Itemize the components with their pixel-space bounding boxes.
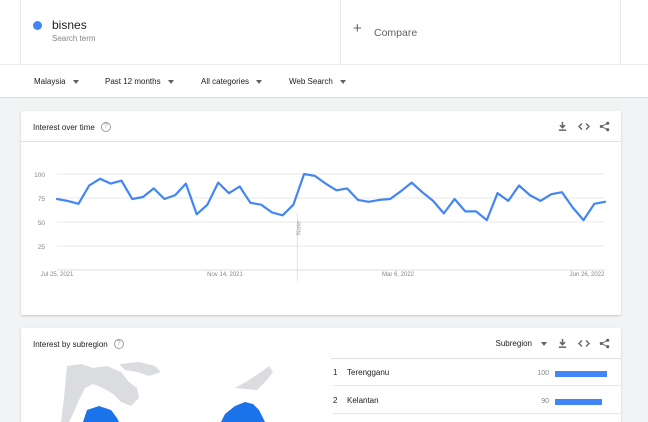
card-title: Interest by subregion bbox=[33, 339, 108, 349]
region-filter-label: Malaysia bbox=[34, 77, 66, 86]
card-title: Interest over time bbox=[33, 122, 95, 132]
y-tick-label: 50 bbox=[38, 220, 46, 227]
map-region-borneo bbox=[221, 402, 265, 422]
subregion-row[interactable]: 1 Terengganu 100 bbox=[333, 358, 621, 386]
chevron-down-icon bbox=[72, 79, 79, 84]
share-icon[interactable] bbox=[598, 337, 611, 350]
x-tick-label: Jun 26, 2022 bbox=[570, 272, 605, 278]
y-tick-label: 25 bbox=[38, 244, 46, 251]
time-range-filter[interactable]: Past 12 months bbox=[105, 77, 174, 86]
compare-button[interactable]: + Compare bbox=[341, 0, 621, 64]
trend-line-chart[interactable]: 25 50 75 100 Note Jul 25, 2021 Nov 14, 2021 M… bbox=[21, 151, 621, 281]
trend-series-line bbox=[55, 172, 607, 222]
y-tick-label: 100 bbox=[34, 172, 45, 179]
share-icon[interactable] bbox=[598, 120, 611, 133]
x-tick-label: Jul 25, 2021 bbox=[41, 272, 74, 278]
chevron-down-icon bbox=[167, 79, 174, 84]
download-icon[interactable] bbox=[556, 337, 569, 350]
embed-icon[interactable] bbox=[577, 337, 590, 350]
plus-icon: + bbox=[353, 20, 362, 37]
filter-bar: Malaysia Past 12 months All categories W… bbox=[0, 64, 648, 98]
search-term-bar: bisnes Search term + Compare bbox=[0, 0, 648, 64]
term-color-dot bbox=[33, 21, 42, 30]
map-landmass bbox=[235, 366, 273, 390]
interest-by-subregion-header: Interest by subregion ? bbox=[33, 339, 124, 349]
search-type-filter[interactable]: Web Search bbox=[289, 77, 346, 86]
subregion-value: 100 bbox=[537, 370, 549, 377]
subregion-value: 90 bbox=[541, 398, 549, 405]
category-filter-label: All categories bbox=[201, 77, 250, 86]
x-tick-label: Mar 6, 2022 bbox=[382, 272, 415, 278]
search-term-card[interactable]: bisnes Search term bbox=[20, 0, 341, 64]
note-label: Note bbox=[295, 221, 302, 235]
subregion-value-bar bbox=[555, 399, 602, 405]
help-icon[interactable]: ? bbox=[100, 122, 111, 132]
interest-by-subregion-card: Interest by subregion ? Subregion 1 Tere… bbox=[21, 328, 621, 422]
y-tick-label: 75 bbox=[38, 196, 46, 203]
time-range-filter-label: Past 12 months bbox=[105, 77, 161, 86]
subregion-row[interactable]: 2 Kelantan 90 bbox=[333, 386, 621, 414]
subregion-name: Terengganu bbox=[347, 368, 390, 377]
subregion-selector[interactable]: Subregion bbox=[496, 339, 547, 348]
card-divider bbox=[21, 141, 621, 142]
help-icon[interactable]: ? bbox=[113, 339, 124, 349]
map-region-peninsular bbox=[83, 406, 119, 422]
chevron-down-icon bbox=[256, 79, 263, 84]
chevron-down-icon bbox=[541, 341, 547, 346]
embed-icon[interactable] bbox=[577, 120, 590, 133]
term-subtitle: Search term bbox=[52, 34, 96, 43]
x-tick-label: Nov 14, 2021 bbox=[207, 272, 243, 278]
card-actions bbox=[556, 337, 611, 350]
card-actions bbox=[556, 120, 611, 133]
interest-over-time-header: Interest over time ? bbox=[33, 122, 111, 132]
chevron-down-icon bbox=[339, 79, 346, 84]
map-landmass bbox=[119, 362, 161, 376]
subregion-selector-label: Subregion bbox=[495, 339, 532, 348]
category-filter[interactable]: All categories bbox=[201, 77, 263, 86]
compare-label: Compare bbox=[374, 27, 418, 39]
subregion-map[interactable] bbox=[21, 358, 331, 422]
rank-number: 2 bbox=[333, 396, 338, 405]
term-name[interactable]: bisnes bbox=[52, 18, 87, 32]
download-icon[interactable] bbox=[556, 120, 569, 133]
region-filter[interactable]: Malaysia bbox=[34, 77, 79, 86]
subregion-value-bar bbox=[555, 371, 607, 377]
subregion-name: Kelantan bbox=[347, 396, 379, 405]
interest-over-time-card: Interest over time ? 25 50 75 100 Note Jul … bbox=[21, 111, 621, 315]
search-type-filter-label: Web Search bbox=[289, 77, 333, 86]
rank-number: 1 bbox=[333, 368, 338, 377]
